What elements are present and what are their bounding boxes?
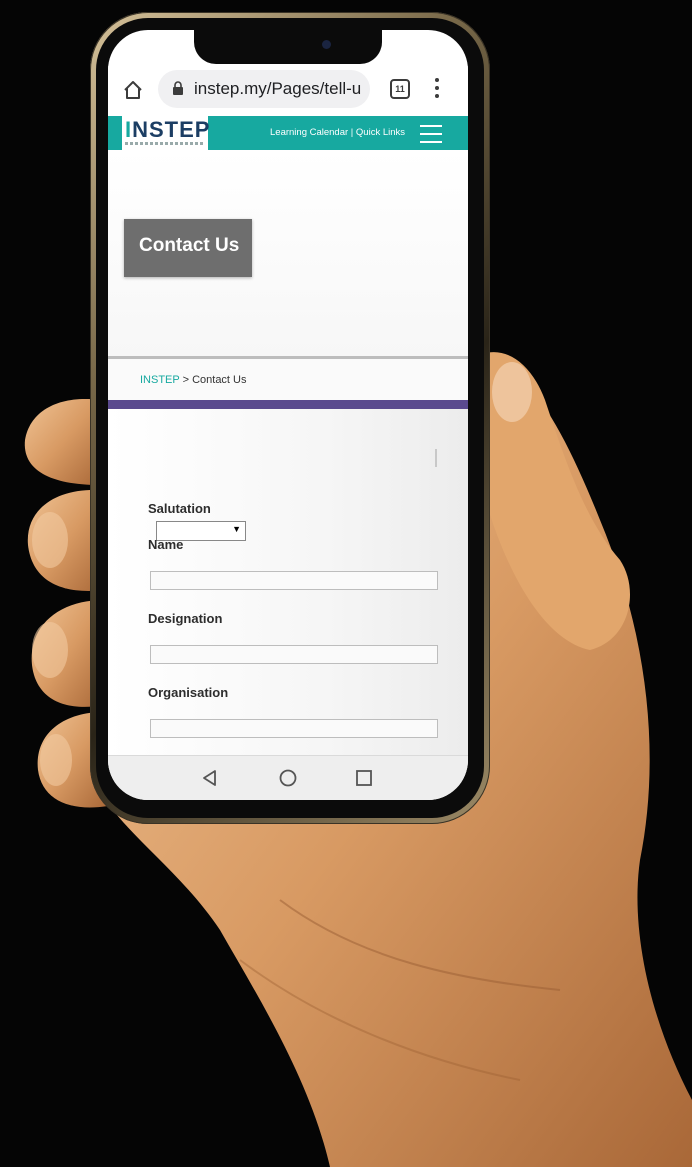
nav-recents-icon[interactable]: [354, 768, 374, 788]
name-label: Name: [148, 537, 184, 552]
section-divider: [108, 400, 468, 409]
url-text[interactable]: instep.my/Pages/tell-u: [194, 79, 364, 99]
logo-tagline: [125, 142, 205, 145]
scroll-indicator: [435, 449, 437, 467]
breadcrumb: INSTEP > Contact Us: [108, 356, 468, 403]
logo-text: INSTEP: [125, 117, 211, 142]
header-links[interactable]: Learning Calendar | Quick Links: [270, 127, 405, 138]
browser-toolbar: instep.my/Pages/tell-u 11: [108, 66, 468, 116]
contact-form: Salutation ▼ Name Designation Organisati…: [108, 409, 468, 755]
organisation-label: Organisation: [148, 685, 229, 700]
designation-label: Designation: [148, 611, 223, 626]
site-header: INSTEP Learning Calendar | Quick Links: [108, 116, 468, 150]
name-field[interactable]: [150, 571, 438, 590]
breadcrumb-home-link[interactable]: INSTEP: [140, 374, 180, 386]
lock-icon: [173, 81, 183, 95]
home-icon[interactable]: [122, 79, 144, 101]
breadcrumb-separator: >: [179, 374, 193, 386]
camera-icon: [322, 40, 331, 49]
hamburger-icon[interactable]: [420, 125, 442, 143]
page-title-box: Contact Us: [124, 219, 252, 277]
android-nav-bar: [108, 755, 468, 800]
designation-field[interactable]: [150, 645, 438, 664]
address-bar[interactable]: instep.my/Pages/tell-u: [158, 70, 370, 108]
nav-home-icon[interactable]: [278, 768, 298, 788]
tab-switcher-button[interactable]: 11: [390, 79, 410, 99]
breadcrumb-text: INSTEP > Contact Us: [140, 374, 247, 386]
dropdown-arrow-icon: ▼: [232, 524, 241, 534]
nav-back-icon[interactable]: [200, 768, 220, 788]
phone-screen: instep.my/Pages/tell-u 11 INSTEP Learnin…: [108, 30, 468, 800]
site-logo[interactable]: INSTEP: [122, 116, 211, 150]
salutation-label: Salutation: [148, 501, 211, 516]
hero-banner: Contact Us: [108, 150, 468, 356]
phone-notch: [194, 30, 382, 64]
page-title: Contact Us: [139, 235, 240, 256]
breadcrumb-current: Contact Us: [192, 374, 247, 386]
logo-rest: NSTEP: [132, 117, 211, 142]
organisation-field[interactable]: [150, 719, 438, 738]
more-vert-icon[interactable]: [434, 78, 440, 100]
